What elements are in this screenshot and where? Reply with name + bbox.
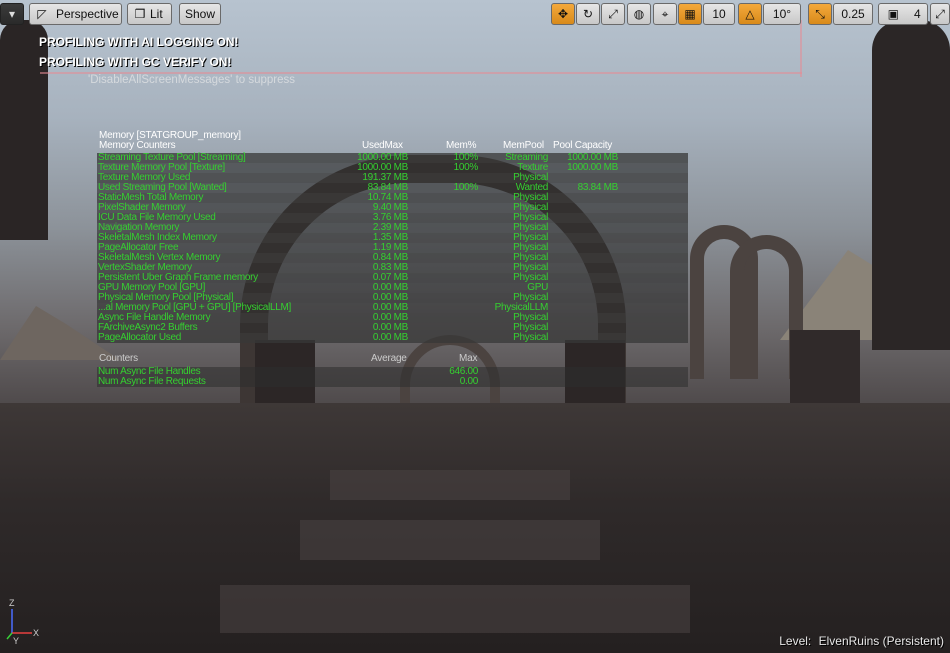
perspective-label: Perspective	[56, 7, 119, 21]
surface-snap-button[interactable]: ⌖	[653, 3, 677, 25]
stat-header-pct: Mem%	[446, 140, 477, 151]
counters-header-max: Max	[459, 353, 478, 364]
grid-icon: ▦	[684, 7, 696, 21]
scale-tool-button[interactable]: ⤢	[601, 3, 625, 25]
coordinate-system-button[interactable]: ◍	[627, 3, 651, 25]
translate-icon: ✥	[557, 7, 569, 21]
perspective-view-icon: ◸	[37, 7, 47, 21]
stat-cell-used: 0.00 MB	[372, 332, 408, 343]
counter-max: 0.00	[459, 376, 479, 387]
level-indicator: Level: ElvenRuins (Persistent)	[779, 634, 944, 648]
y-axis-label: Y	[13, 636, 19, 645]
left-statue	[0, 20, 48, 240]
show-button[interactable]: Show	[179, 3, 221, 25]
camera-icon: ▣	[887, 7, 899, 21]
lit-label: Lit	[150, 7, 163, 21]
screen-message: PROFILING WITH GC VERIFY ON!	[39, 55, 232, 69]
maximize-viewport-button[interactable]: ⤢	[930, 3, 950, 25]
stat-cell-pool: Physical	[513, 332, 548, 343]
view-mode-button[interactable]: ❒ Lit	[127, 3, 172, 25]
floor-tile	[330, 470, 570, 500]
angle-icon: △	[745, 7, 755, 21]
floor-tile	[300, 520, 600, 560]
memory-stats-table: Streaming Texture Pool [Streaming] 1000.0…	[97, 153, 688, 343]
level-name: ElvenRuins (Persistent)	[818, 634, 944, 648]
y-axis-line	[6, 632, 13, 640]
suppress-hint: 'DisableAllScreenMessages' to suppress	[88, 74, 296, 86]
grid-value: 10	[712, 7, 726, 21]
globe-icon: ◍	[633, 7, 645, 21]
stat-cell-pct: 100%	[453, 182, 479, 193]
translate-tool-button[interactable]: ✥	[551, 3, 575, 25]
maximize-icon: ⤢	[935, 6, 945, 21]
grid-snap-value[interactable]: 10	[703, 3, 735, 25]
camera-speed-value: 4	[913, 7, 921, 21]
stat-header-name: Memory Counters	[99, 140, 176, 151]
surface-snap-icon: ⌖	[661, 6, 669, 21]
stat-header-used: UsedMax	[362, 140, 403, 151]
level-label: Level:	[779, 634, 812, 648]
camera-speed-button[interactable]: ▣ 4	[878, 3, 928, 25]
bounds-box	[800, 20, 802, 77]
right-statue	[872, 20, 950, 350]
axis-gizmo: Z X Y	[6, 598, 39, 645]
z-axis-label: Z	[9, 598, 15, 608]
angle-value: 10°	[772, 7, 792, 21]
screen-message: PROFILING WITH AI LOGGING ON!	[39, 35, 239, 49]
grid-snap-toggle[interactable]: ▦	[678, 3, 702, 25]
counters-header-average: Average	[371, 353, 407, 364]
scale-value: 0.25	[841, 7, 865, 21]
stat-header-capacity: Pool Capacity	[553, 140, 613, 151]
stat-cell-cap: 83.84 MB	[577, 182, 619, 193]
floor-tile	[220, 585, 690, 633]
scale-icon: ⤢	[608, 6, 618, 21]
stat-cell-name: PageAllocator Used	[98, 332, 181, 343]
x-axis-label: X	[33, 628, 39, 638]
counter-name: Num Async File Requests	[98, 376, 206, 387]
show-label: Show	[184, 7, 216, 21]
scale-snap-toggle[interactable]: ⤡	[808, 3, 832, 25]
counters-table: Num Async File Handles 646.00 Num Async Fi…	[97, 367, 688, 387]
counters-header-name: Counters	[99, 353, 138, 364]
perspective-button[interactable]: ◸ Perspective	[29, 3, 122, 25]
rotate-tool-button[interactable]: ↻	[576, 3, 600, 25]
scale-snap-icon: ⤡	[815, 6, 825, 21]
counter-row: Num Async File Requests 0.00	[97, 377, 688, 387]
stat-header-pool: MemPool	[503, 140, 544, 151]
stat-cell-cap: 1000.00 MB	[567, 162, 618, 173]
viewport-options-button[interactable]: ▾	[0, 3, 24, 25]
rotation-snap-toggle[interactable]: △	[738, 3, 762, 25]
stat-row: PageAllocator Used 0.00 MB Physical	[97, 333, 688, 343]
scale-snap-value[interactable]: 0.25	[833, 3, 873, 25]
dropdown-arrow-icon: ▾	[8, 7, 16, 21]
lit-cube-icon: ❒	[134, 7, 146, 21]
stat-cell-pct: 100%	[453, 162, 479, 173]
rotate-icon: ↻	[582, 7, 594, 21]
rotation-snap-value[interactable]: 10°	[763, 3, 801, 25]
